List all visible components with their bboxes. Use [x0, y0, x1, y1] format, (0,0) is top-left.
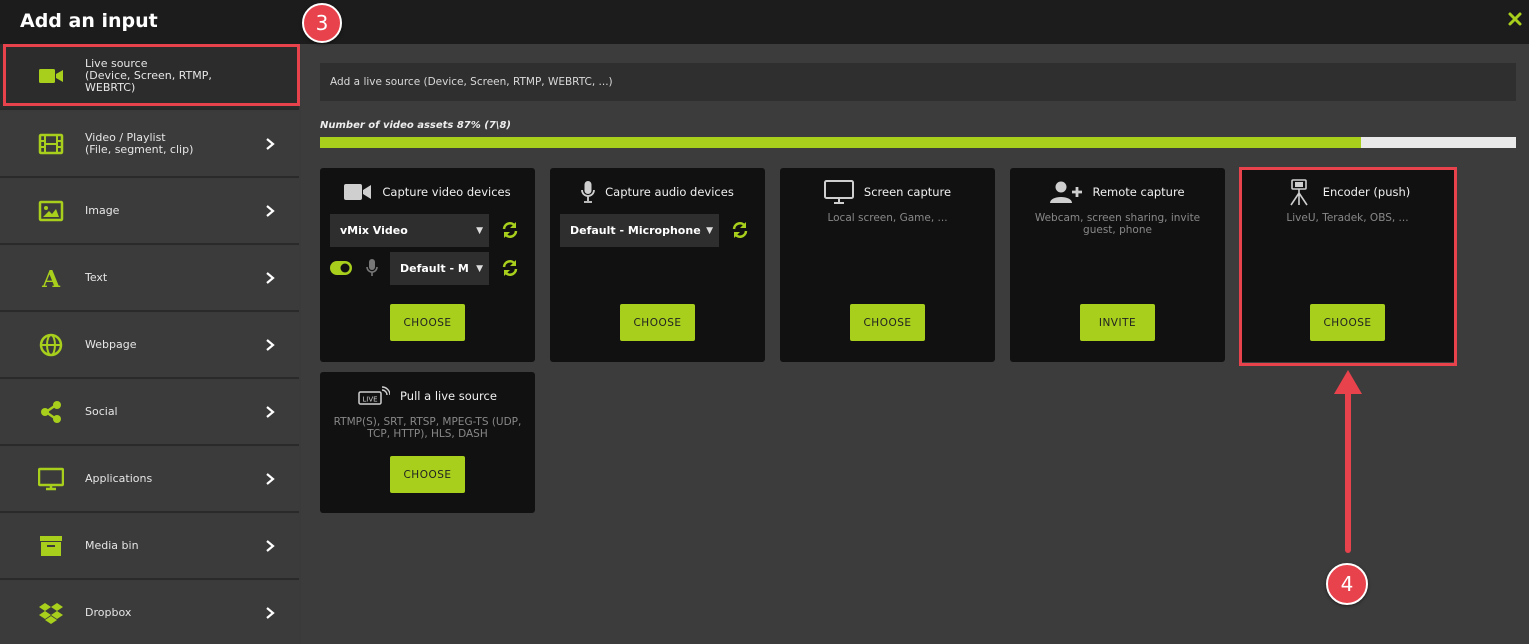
chevron-right-icon — [266, 205, 275, 217]
card-remote-capture: Remote capture Webcam, screen sharing, i… — [1010, 168, 1225, 362]
select-value: Default - Microphone — [570, 224, 701, 237]
caret-down-icon: ▼ — [706, 226, 713, 236]
chevron-right-icon — [266, 540, 275, 552]
sidebar-item-social[interactable]: Social — [0, 380, 299, 446]
invite-button[interactable]: INVITE — [1080, 304, 1155, 341]
card-capture-video: Capture video devices vMix Video ▼ Defau… — [320, 168, 535, 362]
choose-button[interactable]: CHOOSE — [390, 456, 465, 493]
audio-device-select[interactable]: Default - Microphone ▼ — [560, 214, 719, 247]
choose-button[interactable]: CHOOSE — [620, 304, 695, 341]
monitor-icon — [823, 180, 854, 204]
card-title: Capture audio devices — [605, 185, 734, 199]
chevron-right-icon — [266, 339, 275, 351]
refresh-icon[interactable] — [501, 221, 519, 239]
chevron-right-icon — [266, 138, 275, 150]
sidebar-item-label: Webpage — [85, 338, 137, 351]
card-pull-live-source: LIVE Pull a live source RTMP(S), SRT, RT… — [320, 372, 535, 513]
sidebar-item-dropbox[interactable]: Dropbox — [0, 581, 299, 644]
dropbox-icon — [39, 603, 63, 624]
card-subtitle: Webcam, screen sharing, invite guest, ph… — [1034, 212, 1201, 236]
dialog-header: Add an input — [0, 0, 1529, 44]
chevron-right-icon — [266, 272, 275, 284]
card-title: Remote capture — [1092, 185, 1185, 199]
caret-down-icon: ▼ — [476, 264, 483, 274]
card-header: Remote capture — [1010, 180, 1225, 204]
add-user-icon — [1050, 181, 1083, 203]
svg-text:LIVE: LIVE — [362, 396, 377, 404]
choose-button[interactable]: CHOOSE — [390, 304, 465, 341]
card-subtitle: RTMP(S), SRT, RTSP, MPEG-TS (UDP, TCP, H… — [333, 416, 522, 440]
annotation-highlight-encoder — [1239, 167, 1457, 366]
svg-text:A: A — [41, 266, 61, 290]
sidebar-item-label: Applications — [85, 472, 153, 485]
sidebar-item-label: Image — [85, 204, 120, 217]
sidebar-item-applications[interactable]: Applications — [0, 447, 299, 513]
annotation-badge-4: 4 — [1326, 563, 1368, 605]
choose-button[interactable]: CHOOSE — [850, 304, 925, 341]
annotation-highlight-live-source — [3, 44, 300, 106]
search-input[interactable] — [320, 63, 1516, 101]
video-device-select[interactable]: vMix Video ▼ — [330, 214, 489, 247]
sidebar-item-label: Media bin — [85, 539, 139, 552]
select-value: vMix Video — [340, 224, 408, 237]
film-icon — [38, 133, 64, 155]
sidebar-item-image[interactable]: Image — [0, 179, 299, 245]
globe-icon — [39, 333, 63, 357]
sidebar: Live source (Device, Screen, RTMP, WEBRT… — [0, 44, 299, 644]
annotation-arrow-up — [1334, 370, 1362, 553]
progress-bar — [320, 137, 1516, 148]
audio-toggle-switch[interactable] — [330, 261, 352, 275]
audio-device-select[interactable]: Default - M ▼ — [390, 252, 489, 285]
microphone-icon — [581, 181, 596, 203]
image-icon — [38, 200, 64, 222]
select-value: Default - M — [400, 262, 469, 275]
sidebar-item-webpage[interactable]: Webpage — [0, 313, 299, 379]
refresh-icon[interactable] — [501, 259, 519, 277]
annotation-badge-3: 3 — [302, 3, 342, 43]
card-subtitle: Local screen, Game, ... — [827, 212, 948, 224]
card-header: LIVE Pull a live source — [320, 384, 535, 408]
chevron-right-icon — [266, 473, 275, 485]
archive-box-icon — [40, 536, 62, 556]
monitor-icon — [38, 467, 64, 491]
card-title: Pull a live source — [400, 389, 497, 403]
sidebar-item-label: Dropbox — [85, 606, 132, 619]
dialog-title: Add an input — [20, 10, 158, 32]
card-header: Capture video devices — [320, 180, 535, 204]
refresh-icon[interactable] — [731, 221, 749, 239]
card-title: Capture video devices — [382, 185, 511, 199]
sidebar-item-label: Text — [85, 271, 108, 284]
sidebar-item-video-playlist[interactable]: Video / Playlist (File, segment, clip) — [0, 112, 299, 178]
card-header: Screen capture — [780, 180, 995, 204]
sidebar-item-label: Social — [85, 405, 118, 418]
share-icon — [41, 401, 61, 423]
live-broadcast-icon: LIVE — [358, 386, 391, 405]
chevron-right-icon — [266, 406, 275, 418]
card-screen-capture: Screen capture Local screen, Game, ... C… — [780, 168, 995, 362]
caret-down-icon: ▼ — [476, 226, 483, 236]
sidebar-item-media-bin[interactable]: Media bin — [0, 514, 299, 580]
sidebar-item-text[interactable]: A Text — [0, 246, 299, 312]
close-icon[interactable] — [1507, 11, 1523, 27]
video-camera-icon — [344, 184, 372, 200]
sidebar-item-label: Video / Playlist (File, segment, clip) — [85, 131, 194, 156]
progress-label: Number of video assets 87% (7\8) — [320, 120, 511, 131]
progress-fill — [320, 137, 1361, 148]
card-title: Screen capture — [863, 185, 952, 199]
card-header: Capture audio devices — [550, 180, 765, 204]
microphone-icon — [366, 259, 378, 276]
card-capture-audio: Capture audio devices Default - Micropho… — [550, 168, 765, 362]
chevron-right-icon — [266, 607, 275, 619]
text-a-icon: A — [41, 266, 61, 290]
